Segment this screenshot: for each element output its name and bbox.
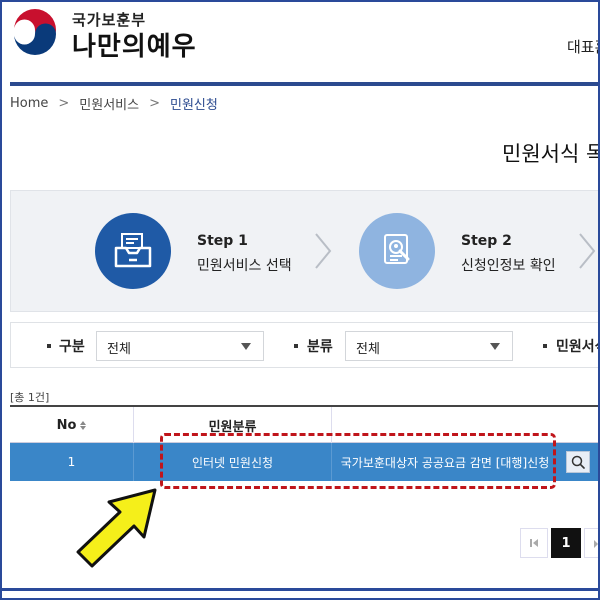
column-header-no-label: No [56, 417, 77, 433]
sort-icon[interactable] [80, 420, 87, 430]
chevron-right-icon [315, 233, 332, 269]
chevron-right-icon: > [58, 96, 70, 111]
category-label: 구분 [59, 339, 85, 355]
header-divider [10, 82, 600, 86]
chevron-right-icon: > [149, 96, 161, 111]
step-2-circle [359, 213, 435, 289]
category-select[interactable]: 전체 [96, 331, 264, 361]
type-label: 분류 [307, 339, 333, 355]
folder-tray-icon [114, 233, 152, 268]
step-1-title: Step 1 [197, 233, 248, 249]
dropdown-arrow-icon [490, 343, 500, 350]
result-count: [총 1건] [10, 391, 50, 404]
next-page-button[interactable] [584, 528, 600, 558]
row-number: 1 [10, 443, 134, 481]
pointer-arrow-icon [76, 488, 157, 568]
view-detail-button[interactable] [566, 451, 590, 473]
bullet-icon [294, 344, 298, 348]
search-filter-bar: 구분 전체 분류 전체 민원서식 [10, 322, 600, 368]
breadcrumb-level1[interactable]: 민원서비스 [79, 94, 139, 113]
first-page-icon [530, 539, 538, 547]
next-page-icon [594, 540, 598, 548]
step-progress: Step 1 민원서비스 선택 Step 2 신청인정보 확인 [10, 190, 600, 312]
bullet-icon [47, 344, 51, 348]
breadcrumb-current[interactable]: 민원신청 [170, 94, 218, 113]
site-name[interactable]: 나만의예우 [72, 26, 197, 63]
step-1-desc: 민원서비스 선택 [197, 258, 292, 274]
search-icon [571, 455, 585, 469]
breadcrumb-home[interactable]: Home [10, 96, 48, 111]
type-select[interactable]: 전체 [345, 331, 513, 361]
annotation-highlight-box [160, 433, 556, 489]
chevron-right-icon [579, 233, 596, 269]
page-title: 민원서식 목록 [502, 142, 600, 166]
type-select-value: 전체 [356, 342, 380, 357]
first-page-button[interactable] [520, 528, 548, 558]
category-select-value: 전체 [107, 342, 131, 357]
step-2-desc: 신청인정보 확인 [461, 258, 556, 274]
dropdown-arrow-icon [241, 343, 251, 350]
main-home-link[interactable]: 대표홈 [567, 36, 600, 57]
step-2-title: Step 2 [461, 233, 512, 249]
current-page-button[interactable]: 1 [551, 528, 581, 558]
column-header-no[interactable]: No [10, 407, 134, 443]
bullet-icon [543, 344, 547, 348]
bottom-divider [0, 588, 600, 591]
form-name-label: 민원서식 [556, 339, 599, 355]
step-1-circle [95, 213, 171, 289]
breadcrumb: Home > 민원서비스 > 민원신청 [10, 94, 218, 113]
government-logo[interactable] [10, 8, 60, 58]
document-search-icon [384, 234, 410, 264]
